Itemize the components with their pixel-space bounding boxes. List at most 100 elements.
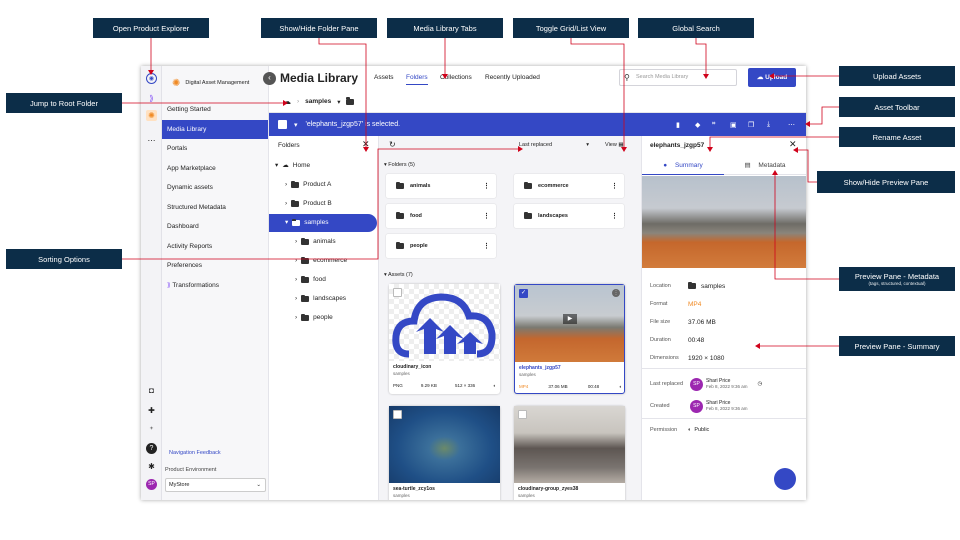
breadcrumb-folder[interactable]: samples (305, 98, 331, 105)
top-bar: ‹ Media Library Assets Folders Collectio… (263, 66, 806, 91)
tree-landscapes[interactable]: › landscapes (269, 290, 378, 308)
nav-item-structured-metadata[interactable]: Structured Metadata (162, 198, 268, 218)
asset-card-elephants[interactable]: ✓ ▶ ⋮ elephants_jzgp57 samples MP4 37.06 … (514, 284, 625, 394)
nav-item-media-library[interactable]: Media Library (162, 119, 268, 139)
asset-checkbox[interactable]: ✓ (519, 289, 528, 298)
asset-thumbnail (389, 284, 500, 361)
nav-item-portals[interactable]: Portals (162, 139, 268, 159)
copy-icon[interactable]: ❐ (748, 121, 754, 129)
search-input[interactable]: ⚲ Search Media Library (619, 69, 737, 86)
asset-folder: samples (518, 493, 535, 498)
callout-folder-pane: Show/Hide Folder Pane (261, 18, 377, 38)
card-menu-icon[interactable]: ⋮ (612, 289, 620, 297)
nav-item-preferences[interactable]: Preferences (162, 256, 268, 276)
dam-logo-icon: ✺ (172, 77, 181, 89)
tab-folders[interactable]: Folders (406, 74, 428, 85)
asset-checkbox[interactable] (518, 410, 527, 419)
breadcrumb-chevron-icon[interactable]: ▾ (337, 98, 340, 106)
tree-samples[interactable]: ▾ samples (269, 214, 377, 232)
callout-preview-summary: Preview Pane - Summary (839, 336, 955, 356)
tree-product-b[interactable]: › Product B (269, 195, 378, 213)
play-icon[interactable]: ▶ (563, 314, 577, 324)
nav-item-transformations[interactable]: ⟫ Transformations (162, 276, 268, 296)
folder-menu-icon[interactable]: ⋮ (483, 242, 490, 250)
sort-select[interactable]: Last replaced ▾ (519, 142, 589, 148)
tab-metadata[interactable]: ▤ Metadata (724, 158, 806, 175)
close-folder-pane-icon[interactable]: ✕ (362, 139, 370, 150)
folder-icon (396, 211, 404, 219)
tree-home[interactable]: ▾ ☁ Home (269, 157, 378, 175)
tree-people[interactable]: › people (269, 309, 378, 327)
tree-ecommerce[interactable]: › ecommerce (269, 252, 378, 270)
folder-icon (301, 313, 310, 321)
callout-upload-assets: Upload Assets (839, 66, 955, 86)
folder-menu-icon[interactable]: ⋮ (483, 182, 490, 190)
user-avatar[interactable]: SP (146, 479, 157, 490)
summary-icon: ● (663, 162, 668, 169)
nav-item-getting-started[interactable]: Getting Started (162, 100, 268, 120)
asset-card-sea-turtle[interactable]: sea-turtle_zcy1os samples (389, 406, 500, 500)
dam-rail-icon[interactable]: ✺ (146, 110, 157, 121)
history-icon[interactable]: ◷ (758, 381, 763, 387)
tab-assets[interactable]: Assets (374, 74, 394, 81)
tab-recently-uploaded[interactable]: Recently Uploaded (485, 74, 540, 81)
nav-item-dynamic-assets[interactable]: Dynamic assets (162, 178, 268, 198)
tab-summary[interactable]: ● Summary (642, 158, 724, 175)
settings-gear-icon[interactable]: ✱ (146, 461, 157, 472)
tab-collections[interactable]: Collections (440, 74, 472, 81)
tag-icon[interactable]: ◆ (695, 121, 700, 129)
move-icon[interactable]: ▣ (730, 121, 737, 129)
metadata-icon[interactable]: ⌗ (712, 121, 715, 128)
nav-item-activity-reports[interactable]: Activity Reports (162, 237, 268, 257)
close-preview-icon[interactable]: ✕ (789, 139, 797, 150)
public-icon: ◐ (688, 427, 692, 433)
folder-card-people[interactable]: people ⋮ (386, 234, 496, 258)
more-icon[interactable]: ⋯ (146, 135, 157, 146)
folder-card-ecommerce[interactable]: ecommerce ⋮ (514, 174, 624, 198)
asset-checkbox[interactable] (393, 288, 402, 297)
folder-icon (301, 256, 310, 264)
new-folder-icon[interactable] (346, 97, 355, 105)
folder-icon (301, 275, 310, 283)
upload-button[interactable]: ☁ Upload (748, 68, 796, 87)
nav-item-dashboard[interactable]: Dashboard (162, 217, 268, 237)
download-icon[interactable]: ⤓ (767, 121, 770, 129)
select-all-checkbox[interactable] (278, 120, 287, 129)
folder-menu-icon[interactable]: ⋮ (611, 182, 618, 190)
tree-food[interactable]: › food (269, 271, 378, 289)
preview-title[interactable]: elephants_jzgp57 (650, 142, 704, 149)
chat-bubble-button[interactable] (774, 468, 796, 490)
view-toggle[interactable]: View ▦ (605, 142, 624, 148)
delete-icon[interactable]: ▮ (676, 121, 680, 129)
chevron-down-icon: ⌄ (256, 482, 261, 488)
collapse-nav-button[interactable]: ‹ (263, 72, 276, 85)
add-user-icon[interactable]: ⁺ (146, 424, 157, 435)
preview-permission: Permission ◐ Public (650, 427, 710, 433)
environment-select[interactable]: MyStore ⌄ (165, 478, 266, 492)
gift-icon[interactable]: ◘ (146, 385, 157, 396)
asset-card-cloudinary-group[interactable]: cloudinary-group_zyes38 samples (514, 406, 625, 500)
transformations-rail-icon[interactable]: ⟫ (146, 93, 157, 104)
toolbar-more-icon[interactable]: ⋯ (788, 121, 795, 129)
root-folder-icon[interactable]: ☁ (283, 97, 291, 106)
preview-location: Location samples (650, 281, 726, 290)
puzzle-icon[interactable]: ✚ (146, 405, 157, 416)
folder-icon (291, 180, 300, 188)
nav-item-app-marketplace[interactable]: App Marketplace (162, 159, 268, 179)
navigation-feedback-link[interactable]: Navigation Feedback (169, 450, 221, 456)
folder-card-landscapes[interactable]: landscapes ⋮ (514, 204, 624, 228)
asset-card-cloudinary-icon[interactable]: cloudinary_icon samples PNG 9.29 KB 512 × … (389, 284, 500, 394)
app-window: ◉ ⟫ ✺ ⋯ ◘ ✚ ⁺ ? ✱ SP ✺ Digital Asset Man… (141, 66, 806, 500)
product-explorer-icon[interactable]: ◉ (146, 73, 157, 84)
help-icon[interactable]: ? (146, 443, 157, 454)
folder-menu-icon[interactable]: ⋮ (611, 212, 618, 220)
callout-preview-metadata: Preview Pane - Metadata (tags, structured… (839, 267, 955, 291)
tree-animals[interactable]: › animals (269, 233, 378, 251)
tree-product-a[interactable]: › Product A (269, 176, 378, 194)
folder-menu-icon[interactable]: ⋮ (483, 212, 490, 220)
folder-card-food[interactable]: food ⋮ (386, 204, 496, 228)
refresh-icon[interactable]: ↻ (389, 140, 396, 149)
folder-card-animals[interactable]: animals ⋮ (386, 174, 496, 198)
selection-chevron-icon[interactable]: ▾ (294, 121, 298, 129)
asset-checkbox[interactable] (393, 410, 402, 419)
